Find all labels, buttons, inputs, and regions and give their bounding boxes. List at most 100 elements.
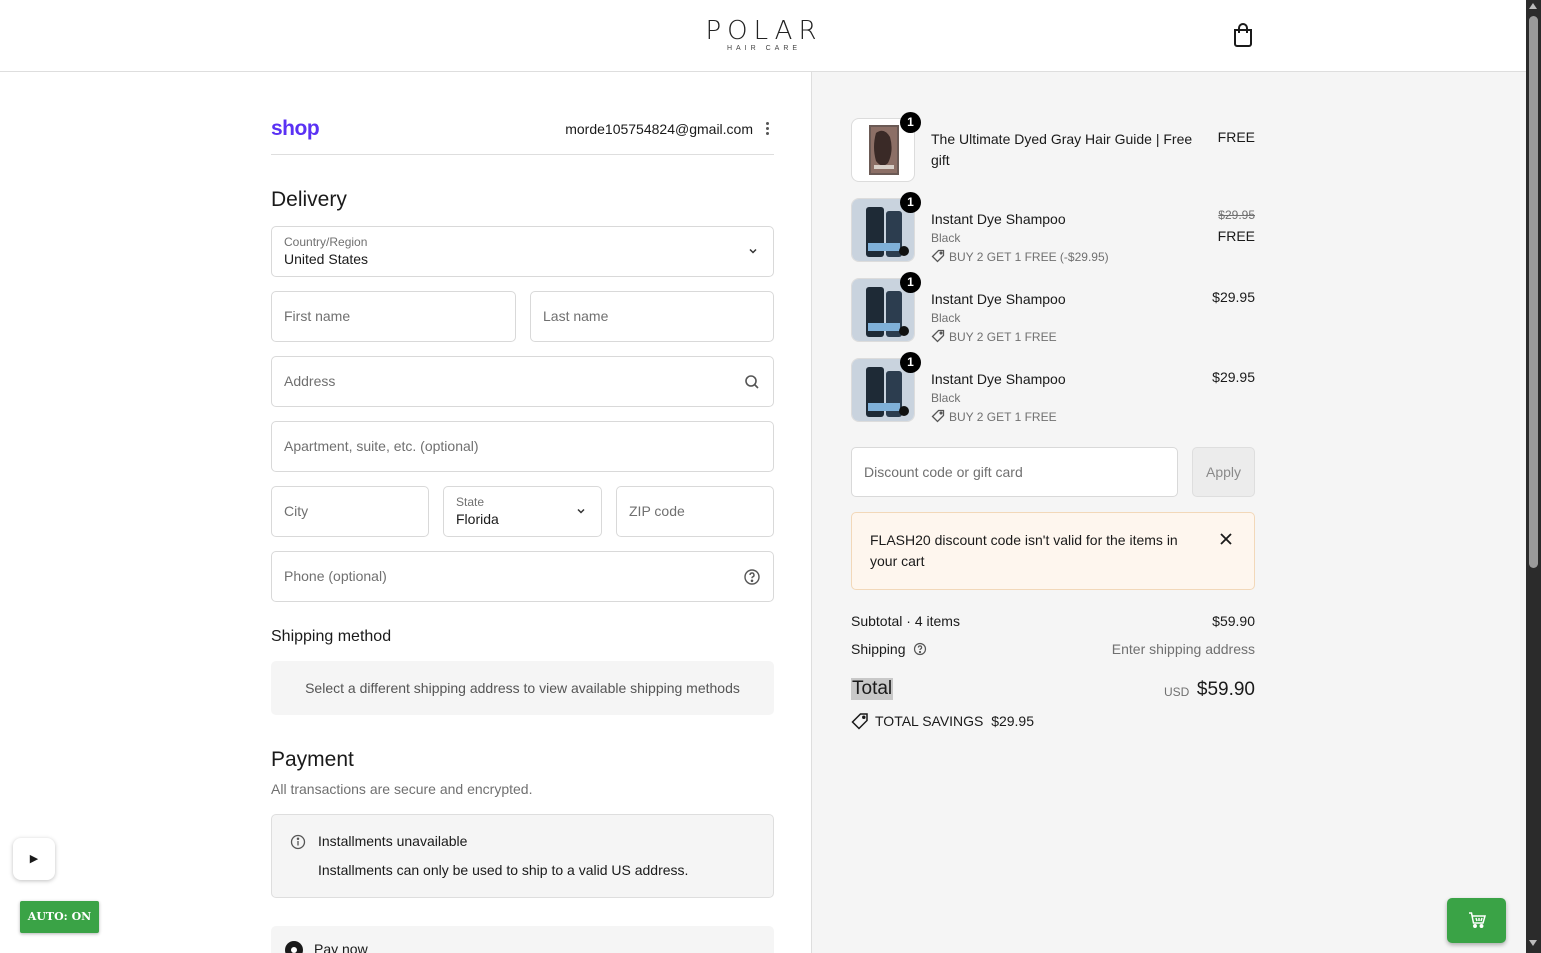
divider bbox=[271, 154, 774, 155]
apartment-field[interactable]: Apartment, suite, etc. (optional) bbox=[271, 421, 774, 472]
help-icon[interactable] bbox=[743, 568, 761, 586]
shipping-value: Enter shipping address bbox=[1111, 641, 1255, 657]
savings-label: TOTAL SAVINGS bbox=[875, 713, 984, 729]
chevron-down-icon bbox=[749, 248, 757, 254]
tag-icon bbox=[851, 713, 868, 730]
tag-icon bbox=[931, 409, 945, 423]
play-button[interactable]: ▶ bbox=[13, 838, 55, 880]
shop-pay-logo: shop bbox=[271, 117, 320, 140]
item-name: Instant Dye Shampoo bbox=[931, 211, 1066, 227]
cart-icon bbox=[1469, 912, 1486, 928]
auto-toggle-button[interactable]: AUTO: ON bbox=[20, 901, 99, 933]
tag-icon bbox=[931, 249, 945, 263]
delivery-heading: Delivery bbox=[271, 188, 347, 211]
logo-text: POLAR bbox=[705, 16, 823, 46]
shipping-label: Shipping bbox=[851, 641, 906, 657]
item-discount: BUY 2 GET 1 FREE bbox=[931, 409, 1057, 424]
shopping-bag-icon[interactable] bbox=[1231, 22, 1255, 48]
shipping-row: Shipping Enter shipping address bbox=[851, 641, 1255, 657]
subtotal-row: Subtotal · 4 items $59.90 bbox=[851, 613, 1255, 629]
installments-text: Installments can only be used to ship to… bbox=[318, 862, 689, 878]
discount-code-placeholder: Discount code or gift card bbox=[864, 464, 1023, 480]
city-placeholder: City bbox=[284, 503, 309, 519]
total-label: Total bbox=[851, 678, 894, 700]
tag-icon bbox=[931, 329, 945, 343]
help-icon[interactable] bbox=[913, 642, 927, 656]
account-email: morde105754824@gmail.com bbox=[565, 121, 753, 137]
site-header: POLAR HAIR CARE bbox=[0, 0, 1526, 72]
item-price: $29.95 bbox=[1212, 289, 1255, 305]
state-value: Florida bbox=[456, 511, 499, 527]
item-variant: Black bbox=[931, 231, 961, 245]
order-item: 1 Instant Dye Shampoo Black BUY 2 GET 1 … bbox=[851, 192, 1255, 264]
shipping-methods-message: Select a different shipping address to v… bbox=[271, 661, 774, 715]
order-item: 1 Instant Dye Shampoo Black BUY 2 GET 1 … bbox=[851, 272, 1255, 344]
close-icon[interactable] bbox=[1218, 531, 1234, 547]
shipping-method-heading: Shipping method bbox=[271, 628, 392, 645]
discount-label: BUY 2 GET 1 FREE (-$29.95) bbox=[949, 250, 1109, 264]
pay-now-option[interactable]: Pay now bbox=[271, 926, 774, 953]
item-variant: Black bbox=[931, 391, 961, 405]
chevron-down-icon bbox=[577, 508, 585, 514]
pay-now-radio[interactable] bbox=[285, 941, 303, 953]
total-value: $59.90 bbox=[1196, 679, 1255, 700]
zip-placeholder: ZIP code bbox=[629, 503, 685, 519]
subtotal-label: Subtotal · 4 items bbox=[851, 613, 960, 629]
total-currency: USD bbox=[1164, 685, 1190, 699]
state-select[interactable]: State Florida bbox=[443, 486, 602, 537]
logo-subtext: HAIR CARE bbox=[726, 45, 802, 52]
address-field[interactable]: Address bbox=[271, 356, 774, 407]
scrollbar-thumb[interactable] bbox=[1529, 16, 1538, 568]
info-icon bbox=[290, 834, 306, 850]
savings-value: $29.95 bbox=[991, 713, 1035, 729]
item-original-price: $29.95 bbox=[1218, 208, 1255, 222]
item-price: FREE bbox=[1217, 228, 1255, 244]
apartment-placeholder: Apartment, suite, etc. (optional) bbox=[284, 438, 479, 454]
item-variant: Black bbox=[931, 311, 961, 325]
item-price: FREE bbox=[1217, 129, 1255, 145]
payment-subtitle: All transactions are secure and encrypte… bbox=[271, 781, 533, 797]
pay-now-label: Pay now bbox=[314, 941, 368, 953]
quantity-badge: 1 bbox=[900, 192, 921, 213]
country-select[interactable]: Country/Region United States bbox=[271, 226, 774, 277]
total-savings: TOTAL SAVINGS $29.95 bbox=[851, 712, 1034, 730]
phone-placeholder: Phone (optional) bbox=[284, 568, 387, 584]
scroll-down-arrow[interactable] bbox=[1529, 940, 1537, 946]
subtotal-value: $59.90 bbox=[1212, 613, 1255, 629]
zip-field[interactable]: ZIP code bbox=[616, 486, 774, 537]
order-summary-column: 1 The Ultimate Dyed Gray Hair Guide | Fr… bbox=[812, 72, 1526, 953]
discount-label: BUY 2 GET 1 FREE bbox=[949, 410, 1057, 424]
quantity-badge: 1 bbox=[900, 352, 921, 373]
apply-discount-button[interactable]: Apply bbox=[1192, 447, 1255, 497]
phone-field[interactable]: Phone (optional) bbox=[271, 551, 774, 602]
order-item: 1 Instant Dye Shampoo Black BUY 2 GET 1 … bbox=[851, 352, 1255, 424]
city-field[interactable]: City bbox=[271, 486, 429, 537]
country-value: United States bbox=[284, 251, 369, 267]
state-label: State bbox=[456, 495, 485, 509]
search-icon bbox=[745, 375, 759, 389]
order-item: 1 The Ultimate Dyed Gray Hair Guide | Fr… bbox=[851, 112, 1255, 184]
first-name-placeholder: First name bbox=[284, 308, 351, 324]
more-options-icon[interactable] bbox=[760, 120, 774, 138]
first-name-field[interactable]: First name bbox=[271, 291, 516, 342]
scroll-up-arrow[interactable] bbox=[1529, 3, 1537, 9]
item-discount: BUY 2 GET 1 FREE (-$29.95) bbox=[931, 249, 1109, 264]
payment-heading: Payment bbox=[271, 748, 354, 771]
quantity-badge: 1 bbox=[900, 112, 921, 133]
alert-text: FLASH20 discount code isn't valid for th… bbox=[870, 532, 1178, 569]
address-placeholder: Address bbox=[284, 373, 336, 389]
discount-code-input[interactable]: Discount code or gift card bbox=[851, 447, 1178, 497]
item-name: Instant Dye Shampoo bbox=[931, 371, 1066, 387]
floating-cart-button[interactable] bbox=[1447, 898, 1506, 943]
last-name-field[interactable]: Last name bbox=[530, 291, 774, 342]
item-discount: BUY 2 GET 1 FREE bbox=[931, 329, 1057, 344]
country-label: Country/Region bbox=[284, 235, 368, 249]
quantity-badge: 1 bbox=[900, 272, 921, 293]
installments-title: Installments unavailable bbox=[318, 833, 468, 849]
discount-error-alert: FLASH20 discount code isn't valid for th… bbox=[851, 512, 1255, 590]
polar-logo[interactable]: POLAR HAIR CARE bbox=[692, 18, 836, 52]
page-scrollbar[interactable] bbox=[1526, 0, 1541, 953]
item-name: The Ultimate Dyed Gray Hair Guide | Free… bbox=[931, 131, 1193, 168]
item-name: Instant Dye Shampoo bbox=[931, 291, 1066, 307]
discount-label: BUY 2 GET 1 FREE bbox=[949, 330, 1057, 344]
